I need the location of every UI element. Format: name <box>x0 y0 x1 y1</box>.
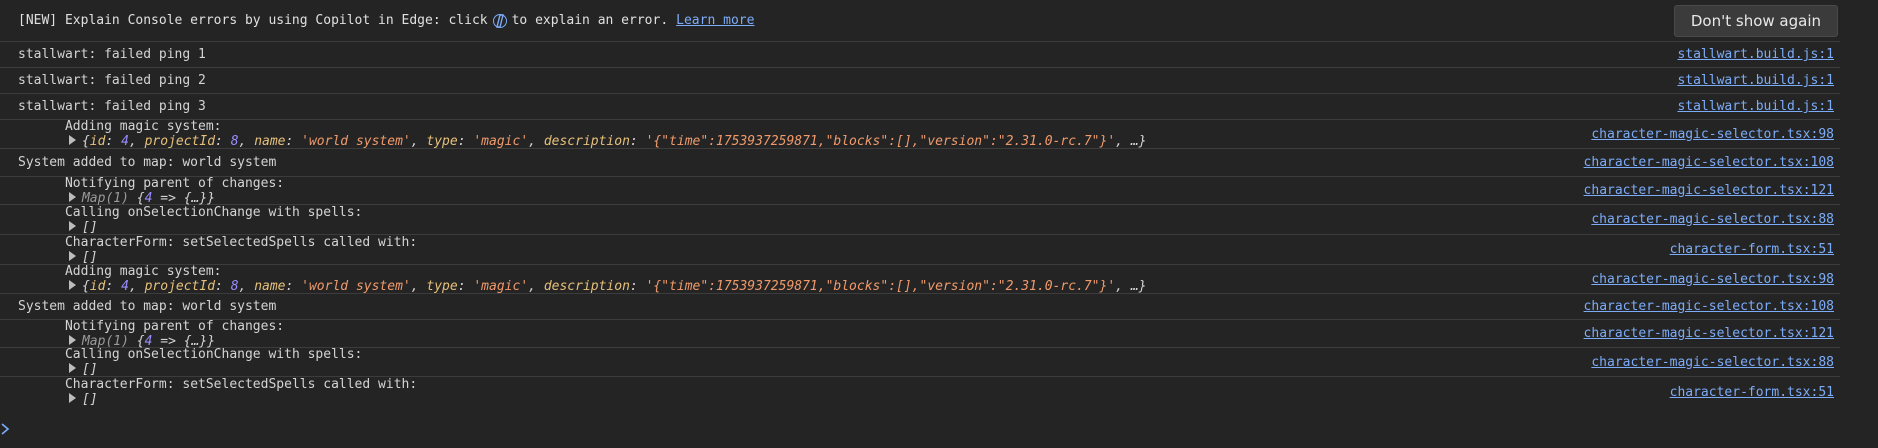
message-text: CharacterForm: setSelectedSpells called … <box>64 234 418 250</box>
expand-triangle-icon[interactable] <box>68 135 76 145</box>
console-message: stallwart: failed ping 2 stallwart.build… <box>0 68 1840 94</box>
console-prompt-chevron-icon[interactable] <box>0 422 12 436</box>
copilot-explain-icon <box>492 13 508 29</box>
dont-show-again-button[interactable]: Don't show again <box>1673 5 1838 37</box>
banner-prefix: [NEW] Explain Console errors by using Co… <box>18 13 488 28</box>
message-text: stallwart: failed ping 1 <box>18 47 206 62</box>
message-text: Notifying parent of changes: <box>64 175 285 191</box>
console-message: Adding magic system: {id: 4, projectId: … <box>0 119 1840 149</box>
console-message: CharacterForm: setSelectedSpells called … <box>0 377 1840 407</box>
message-text: Adding magic system: <box>64 119 222 134</box>
array-preview[interactable]: [] <box>82 392 98 407</box>
object-preview[interactable]: {id: 4, projectId: 8, name: 'world syste… <box>82 279 1147 294</box>
source-link[interactable]: stallwart.build.js:1 <box>1677 47 1834 62</box>
console-message: Adding magic system: {id: 4, projectId: … <box>0 264 1840 294</box>
expand-triangle-icon[interactable] <box>68 280 76 290</box>
message-text: stallwart: failed ping 2 <box>18 73 206 88</box>
expand-triangle-icon[interactable] <box>68 393 76 403</box>
copilot-banner: [NEW] Explain Console errors by using Co… <box>0 0 1840 42</box>
console-panel: [NEW] Explain Console errors by using Co… <box>0 0 1840 407</box>
source-link[interactable]: character-magic-selector.tsx:98 <box>1591 272 1834 287</box>
message-text: Calling onSelectionChange with spells: <box>64 347 363 362</box>
banner-suffix: to explain an error. <box>511 13 669 28</box>
message-text: CharacterForm: setSelectedSpells called … <box>64 377 418 392</box>
message-text: Calling onSelectionChange with spells: <box>64 204 363 220</box>
source-link[interactable]: character-magic-selector.tsx:98 <box>1591 127 1834 142</box>
learn-more-link[interactable]: Learn more <box>676 13 754 28</box>
source-link[interactable]: character-form.tsx:51 <box>1670 385 1834 400</box>
console-message: stallwart: failed ping 1 stallwart.build… <box>0 42 1840 68</box>
object-preview[interactable]: {id: 4, projectId: 8, name: 'world syste… <box>82 134 1147 149</box>
source-link[interactable]: stallwart.build.js:1 <box>1677 73 1834 88</box>
message-text: Adding magic system: <box>64 264 222 279</box>
